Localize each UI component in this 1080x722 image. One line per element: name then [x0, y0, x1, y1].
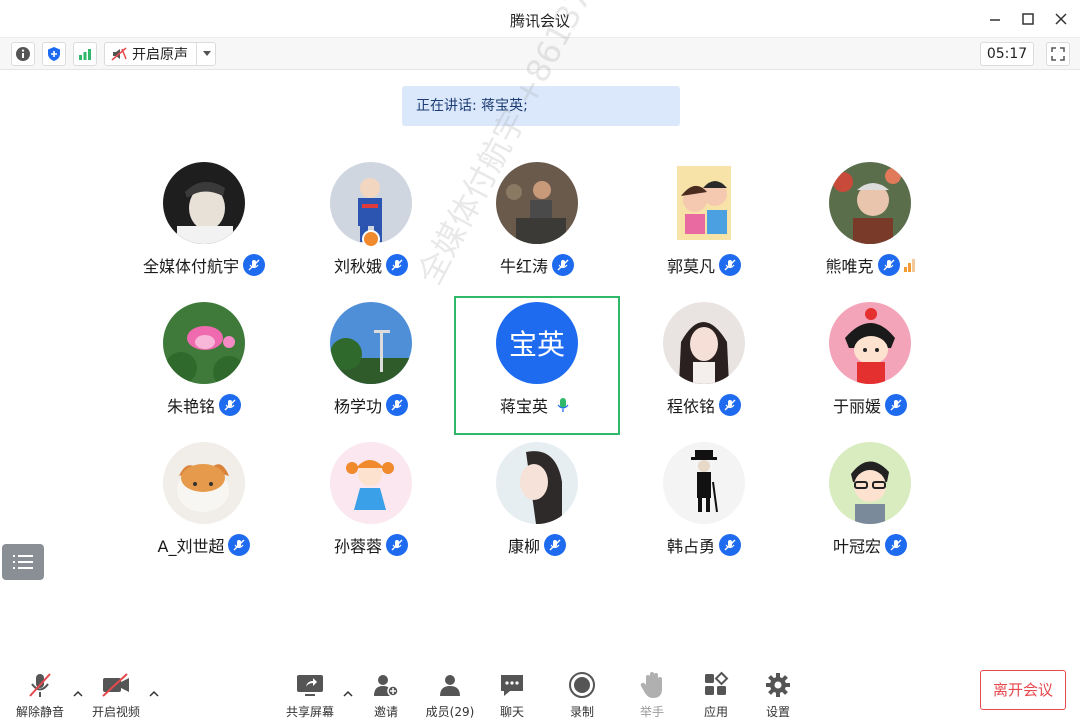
participant-tile[interactable]: 全媒体付航宇 — [121, 162, 287, 300]
mic-muted-icon — [885, 394, 907, 416]
participant-tile[interactable]: 孙蓉蓉 — [288, 442, 454, 580]
mic-off-icon — [29, 672, 51, 697]
participant-tile[interactable]: 郭莫凡 — [621, 162, 787, 300]
participant-name: 于丽媛 — [832, 397, 881, 416]
mic-muted-icon — [719, 394, 741, 416]
participant-name: 全媒体付航宇 — [142, 257, 239, 276]
mic-muted-icon — [544, 534, 566, 556]
settings-button[interactable]: 设置 — [756, 670, 800, 720]
mic-muted-icon — [386, 394, 408, 416]
avatar — [163, 442, 245, 524]
add-user-icon — [374, 674, 399, 697]
participant-tile[interactable]: 杨学功 — [288, 302, 454, 440]
share-screen-icon — [297, 674, 323, 696]
active-speaker-highlight — [454, 296, 620, 435]
chat-icon — [501, 674, 523, 696]
participant-name: 叶冠宏 — [832, 537, 881, 556]
apps-label: 应用 — [703, 705, 728, 719]
raise-hand-label: 举手 — [639, 705, 664, 719]
avatar — [829, 442, 911, 524]
avatar — [663, 162, 745, 244]
participant-name: 牛红涛 — [499, 257, 548, 276]
apps-icon — [705, 671, 729, 695]
leave-meeting-button[interactable]: 离开会议 — [980, 670, 1066, 710]
share-screen-button[interactable]: 共享屏幕 — [284, 670, 336, 720]
list-icon — [13, 555, 33, 569]
members-icon — [440, 674, 460, 696]
mic-muted-icon — [719, 254, 741, 276]
avatar — [663, 442, 745, 524]
mic-muted-icon — [219, 394, 241, 416]
mic-muted-icon — [386, 254, 408, 276]
start-video-button[interactable]: 开启视频 — [90, 670, 142, 720]
participant-name: 熊唯克 — [825, 257, 874, 276]
mic-muted-icon — [243, 254, 265, 276]
mic-options-caret-icon[interactable] — [72, 688, 84, 700]
avatar — [829, 302, 911, 384]
participant-name: 程依铭 — [666, 397, 715, 416]
chat-button[interactable]: 聊天 — [490, 670, 534, 720]
avatar — [330, 442, 412, 524]
invite-button[interactable]: 邀请 — [362, 670, 410, 720]
record-button[interactable]: 录制 — [560, 670, 604, 720]
participant-name: 孙蓉蓉 — [333, 537, 382, 556]
video-options-caret-icon[interactable] — [148, 688, 160, 700]
avatar — [663, 302, 745, 384]
unmute-label: 解除静音 — [15, 705, 64, 719]
mic-muted-icon — [877, 254, 900, 276]
host-badge-icon — [362, 230, 380, 248]
mic-muted-icon — [228, 534, 251, 556]
audio-level-icon — [903, 258, 915, 272]
start-video-label: 开启视频 — [91, 705, 140, 719]
members-button[interactable]: 成员(29) — [420, 670, 480, 720]
participant-name: 康柳 — [507, 537, 540, 556]
members-label: 成员(29) — [425, 705, 475, 719]
apps-button[interactable]: 应用 — [694, 670, 738, 720]
participant-tile[interactable]: 牛红涛 — [454, 162, 620, 300]
chat-label: 聊天 — [499, 705, 524, 719]
participant-tile[interactable]: 刘秋娥 — [288, 162, 454, 300]
settings-label: 设置 — [765, 705, 790, 719]
participant-name: 韩占勇 — [666, 537, 715, 556]
list-toggle-button[interactable] — [2, 544, 44, 580]
participant-tile[interactable]: A_刘世超 — [121, 442, 287, 580]
participant-name: 朱艳铭 — [166, 397, 215, 416]
avatar — [330, 302, 412, 384]
participant-name: 杨学功 — [333, 397, 382, 416]
participant-tile[interactable]: 康柳 — [454, 442, 620, 580]
participant-tile[interactable]: 于丽媛 — [787, 302, 953, 440]
mic-muted-icon — [552, 254, 574, 276]
participant-tile[interactable]: 叶冠宏 — [787, 442, 953, 580]
avatar — [829, 162, 911, 244]
participant-tile[interactable]: 朱艳铭 — [121, 302, 287, 440]
record-label: 录制 — [569, 705, 594, 719]
mic-muted-icon — [719, 534, 741, 556]
mic-muted-icon — [386, 534, 408, 556]
avatar — [163, 302, 245, 384]
share-options-caret-icon[interactable] — [342, 688, 354, 700]
mic-muted-icon — [885, 534, 907, 556]
raise-hand-icon — [640, 671, 662, 698]
participant-tile[interactable]: 韩占勇 — [621, 442, 787, 580]
avatar — [496, 442, 578, 524]
participant-name: 郭莫凡 — [666, 257, 715, 276]
invite-label: 邀请 — [373, 705, 398, 719]
record-icon — [569, 671, 595, 698]
participant-name: 刘秋娥 — [333, 257, 382, 276]
participant-name: A_刘世超 — [157, 537, 225, 556]
avatar — [496, 162, 578, 244]
participant-tile[interactable]: 熊唯克 — [787, 162, 953, 300]
share-screen-label: 共享屏幕 — [285, 705, 334, 719]
raise-hand-button[interactable]: 举手 — [630, 670, 674, 720]
bottom-control-bar: 解除静音 开启视频 共享屏幕 邀请 成员(29) 聊天 录制 举手 应用 设置 — [0, 660, 1080, 722]
unmute-button[interactable]: 解除静音 — [14, 670, 66, 720]
video-off-icon — [102, 672, 129, 697]
participant-tile[interactable]: 程依铭 — [621, 302, 787, 440]
gear-icon — [766, 672, 790, 697]
avatar — [163, 162, 245, 244]
